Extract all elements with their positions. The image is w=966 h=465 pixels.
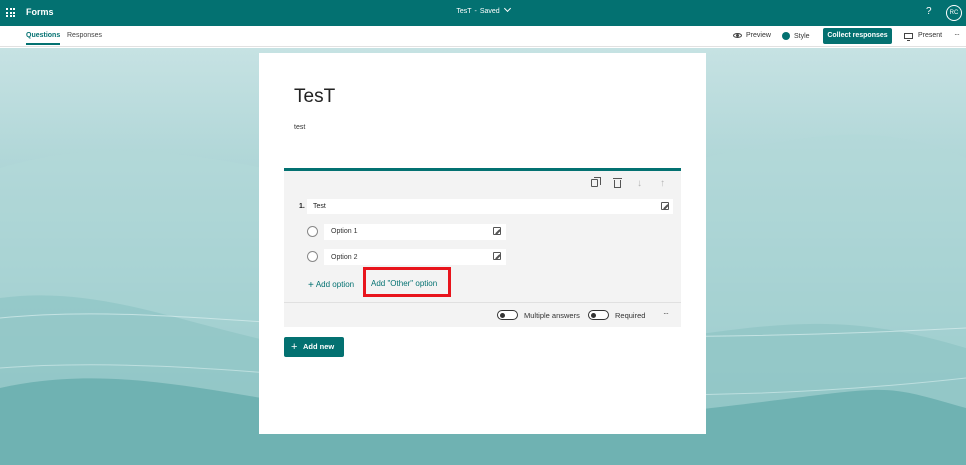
highlight-box (363, 267, 451, 297)
question-more-icon[interactable]: ··· (663, 309, 669, 318)
multiple-answers-label: Multiple answers (524, 311, 580, 320)
option-2-label: Option 2 (331, 254, 358, 261)
move-down-icon[interactable]: ↓ (637, 178, 642, 189)
required-label: Required (615, 311, 646, 320)
palette-icon (782, 32, 790, 40)
avatar[interactable]: RC (946, 5, 962, 21)
option-media-icon[interactable] (493, 227, 501, 235)
option-media-icon[interactable] (493, 252, 501, 260)
form-title[interactable]: TesT (294, 86, 335, 108)
monitor-icon (904, 32, 913, 41)
plus-icon: + (308, 280, 314, 291)
option-1-label: Option 1 (331, 228, 358, 235)
plus-icon: + (291, 341, 298, 353)
help-icon[interactable]: ? (926, 6, 932, 17)
option-radio (307, 251, 318, 262)
required-toggle[interactable] (588, 310, 609, 320)
chevron-down-icon[interactable] (503, 4, 511, 13)
add-new-label: Add new (303, 342, 335, 351)
save-status: Saved (479, 8, 500, 15)
move-up-icon[interactable]: ↑ (660, 178, 665, 189)
style-button[interactable]: Style (782, 32, 810, 40)
more-options-icon[interactable]: ··· (954, 30, 960, 39)
eye-icon (733, 33, 742, 38)
style-label: Style (794, 32, 810, 40)
delete-icon[interactable] (613, 178, 622, 188)
question-title-field[interactable] (307, 199, 673, 214)
copy-icon[interactable] (591, 177, 601, 187)
add-new-button[interactable]: + Add new (284, 337, 344, 357)
toolbar (0, 26, 966, 47)
multiple-answers-toggle[interactable] (497, 310, 518, 320)
present-button[interactable]: Present (904, 32, 943, 41)
present-label: Present (918, 32, 943, 39)
tab-questions[interactable]: Questions (26, 32, 61, 45)
preview-label: Preview (746, 32, 771, 39)
option-radio (307, 226, 318, 237)
add-option-button[interactable]: + Add option (308, 279, 355, 291)
preview-button[interactable]: Preview (733, 32, 771, 39)
title-separator: - (474, 8, 477, 15)
question-title-text: Test (313, 203, 326, 210)
tab-responses[interactable]: Responses (67, 32, 102, 39)
add-option-label: Add option (315, 280, 355, 289)
collect-responses-button[interactable]: Collect responses (823, 28, 892, 44)
top-bar: Forms TesT - Saved ? RC (0, 0, 966, 26)
insert-media-icon[interactable] (661, 202, 669, 210)
form-description[interactable]: test (294, 124, 305, 131)
question-number: 1. (299, 203, 305, 210)
document-title-area[interactable]: TesT - Saved (0, 4, 966, 15)
document-title: TesT (456, 8, 472, 15)
